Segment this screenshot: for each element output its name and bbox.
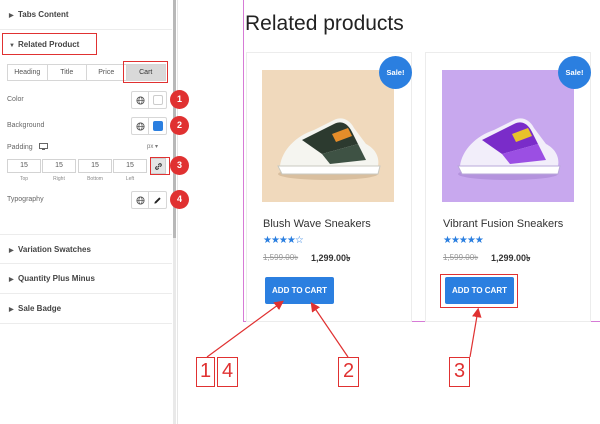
highlight-padding-link: [150, 157, 170, 175]
global-fonts-button[interactable]: [132, 192, 150, 208]
callout-2: 2: [338, 357, 359, 387]
background-control: [131, 117, 167, 135]
section-variation-swatches[interactable]: ▶ Variation Swatches: [0, 234, 172, 264]
caret-right-icon: ▶: [9, 13, 14, 19]
add-to-cart-button[interactable]: ADD TO CART: [265, 277, 334, 304]
callout-3: 3: [449, 357, 470, 387]
section-label: Quantity Plus Minus: [18, 274, 95, 283]
product-image[interactable]: [262, 70, 394, 202]
padding-caption: Top: [19, 176, 29, 182]
globe-icon: [135, 121, 145, 131]
step-badge-1: 1: [170, 90, 189, 109]
section-label: Sale Badge: [18, 304, 62, 313]
highlight-cart-tab: [123, 61, 168, 83]
background-picker[interactable]: [149, 118, 166, 134]
color-swatch: [152, 95, 163, 105]
typography-label: Typography: [7, 196, 44, 203]
product-name[interactable]: Blush Wave Sneakers: [263, 218, 371, 230]
color-label: Color: [7, 96, 24, 103]
sale-badge: Sale!: [558, 56, 591, 89]
editor-sidebar: ▶ Tabs Content ▼ Related Product Heading T…: [0, 0, 178, 424]
tab-heading[interactable]: Heading: [8, 65, 48, 80]
product-name[interactable]: Vibrant Fusion Sneakers: [443, 218, 563, 230]
pencil-icon: [154, 196, 161, 204]
color-control: [131, 91, 167, 109]
caret-right-icon: ▶: [9, 277, 14, 283]
rating-stars: ★★★★★: [443, 235, 484, 246]
padding-caption: Right: [53, 176, 65, 182]
sneaker-icon: [457, 118, 561, 180]
regular-price: 1,599.00৳: [443, 253, 479, 262]
globe-icon: [135, 195, 145, 205]
section-label: Variation Swatches: [18, 245, 91, 254]
typography-edit-button[interactable]: [149, 192, 166, 208]
caret-right-icon: ▶: [9, 248, 14, 254]
global-colors-button[interactable]: [132, 92, 150, 108]
highlight-add-to-cart: [440, 274, 518, 308]
padding-caption: Left: [125, 176, 135, 182]
highlight-related-product: [2, 33, 97, 55]
caret-right-icon: ▶: [9, 307, 14, 313]
section-quantity-plus-minus[interactable]: ▶ Quantity Plus Minus: [0, 264, 172, 294]
globe-icon: [135, 95, 145, 105]
typography-control: [131, 191, 167, 209]
section-label: Tabs Content: [18, 10, 69, 19]
padding-top-input[interactable]: 15: [7, 159, 41, 173]
global-colors-button[interactable]: [132, 118, 150, 134]
tab-title[interactable]: Title: [47, 65, 87, 80]
rating-stars: ★★★★☆: [263, 235, 304, 246]
product-image[interactable]: [442, 70, 574, 202]
related-products-title: Related products: [245, 12, 404, 35]
sale-price: 1,299.00৳: [311, 253, 351, 263]
sneaker-icon: [277, 118, 381, 180]
padding-left-input[interactable]: 15: [113, 159, 147, 173]
callout-1: 1: [196, 357, 215, 387]
color-picker[interactable]: [149, 92, 166, 108]
regular-price: 1,599.00৳: [263, 253, 299, 262]
section-tabs-content[interactable]: ▶ Tabs Content: [0, 0, 172, 30]
sale-price: 1,299.00৳: [491, 253, 531, 263]
padding-label-text: Padding: [7, 144, 33, 151]
padding-caption: Bottom: [87, 176, 103, 182]
preview-border: [243, 0, 244, 322]
padding-right-input[interactable]: 15: [42, 159, 76, 173]
background-swatch: [152, 121, 163, 131]
step-badge-2: 2: [170, 116, 189, 135]
desktop-icon[interactable]: [38, 143, 48, 150]
callout-4: 4: [217, 357, 238, 387]
padding-bottom-input[interactable]: 15: [78, 159, 112, 173]
section-sale-badge[interactable]: ▶ Sale Badge: [0, 294, 172, 324]
step-badge-3: 3: [170, 156, 189, 175]
padding-label: Padding: [7, 143, 48, 151]
background-label: Background: [7, 122, 45, 129]
step-badge-4: 4: [170, 190, 189, 209]
sale-badge: Sale!: [379, 56, 412, 89]
tab-price[interactable]: Price: [87, 65, 127, 80]
unit-selector[interactable]: px ▾: [147, 143, 158, 150]
